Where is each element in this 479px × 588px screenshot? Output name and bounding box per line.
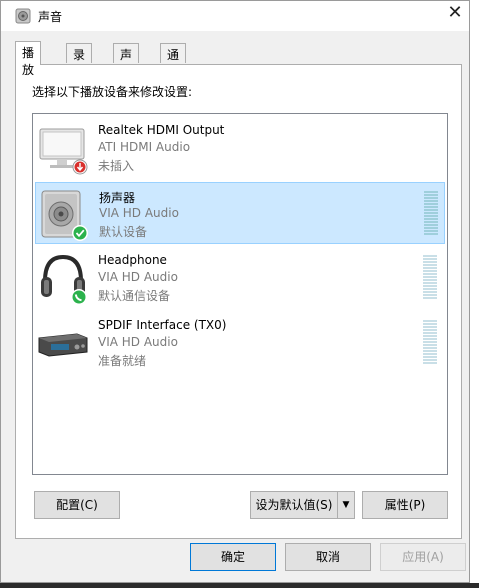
window-title: 声音 [38,10,63,24]
device-status: 默认通信设备 [98,289,171,303]
set-default-dropdown-button[interactable]: ▼ [337,491,355,519]
level-meter [423,320,437,366]
device-item-spdif[interactable]: SPDIF Interface (TX0) VIA HD Audio 准备就绪 [35,312,445,374]
ok-button[interactable]: 确定 [190,543,276,571]
playback-panel: 选择以下播放设备来修改设置: Realtek HDMI Output ATI H [15,64,462,539]
phone-badge-icon [71,289,87,305]
unplugged-badge-icon [72,159,88,175]
device-item-hdmi[interactable]: Realtek HDMI Output ATI HDMI Audio 未插入 [35,117,445,179]
device-item-headphone[interactable]: Headphone VIA HD Audio 默认通信设备 [35,247,445,309]
device-driver: ATI HDMI Audio [98,140,191,154]
device-status: 未插入 [98,159,135,173]
device-name: SPDIF Interface (TX0) [98,318,227,332]
device-item-speaker[interactable]: 扬声器 VIA HD Audio 默认设备 [35,182,445,244]
device-status: 准备就绪 [98,354,147,368]
device-status: 默认设备 [99,225,148,239]
apply-button[interactable]: 应用(A) [380,543,466,571]
device-driver: VIA HD Audio [99,206,179,220]
tab-playback[interactable]: 播放 [15,41,42,77]
tab-sounds[interactable]: 声音 [113,43,140,79]
device-list[interactable]: Realtek HDMI Output ATI HDMI Audio 未插入 扬… [32,113,448,475]
background-window-strip [470,0,479,588]
properties-button[interactable]: 属性(P) [362,491,448,519]
level-meter [423,255,437,301]
level-meter [424,191,438,237]
taskbar-edge [0,583,479,588]
device-name: 扬声器 [99,191,136,205]
close-icon: ✕ [447,2,463,23]
speaker-title-icon [15,8,31,24]
device-name: Headphone [98,253,167,267]
close-button[interactable]: ✕ [441,1,469,29]
instruction-label: 选择以下播放设备来修改设置: [32,85,193,99]
tab-recording[interactable]: 录制 [66,43,93,79]
sound-dialog: 声音 ✕ 播放 录制 声音 通信 选择以下播放设备来修改设置: [0,0,470,583]
speaker-icon [41,190,88,241]
cancel-button[interactable]: 取消 [285,543,371,571]
device-driver: VIA HD Audio [98,270,178,284]
title-bar[interactable]: 声音 ✕ [1,1,469,31]
device-driver: VIA HD Audio [98,335,178,349]
default-check-badge-icon [72,225,88,241]
chevron-down-icon: ▼ [342,500,350,510]
headphone-icon [41,254,87,305]
configure-button[interactable]: 配置(C) [34,491,120,519]
set-default-button[interactable]: 设为默认值(S) [250,491,338,519]
spdif-device-icon [38,333,88,357]
tab-communications[interactable]: 通信 [160,43,187,79]
hdmi-monitor-icon [39,128,88,175]
device-name: Realtek HDMI Output [98,123,225,137]
